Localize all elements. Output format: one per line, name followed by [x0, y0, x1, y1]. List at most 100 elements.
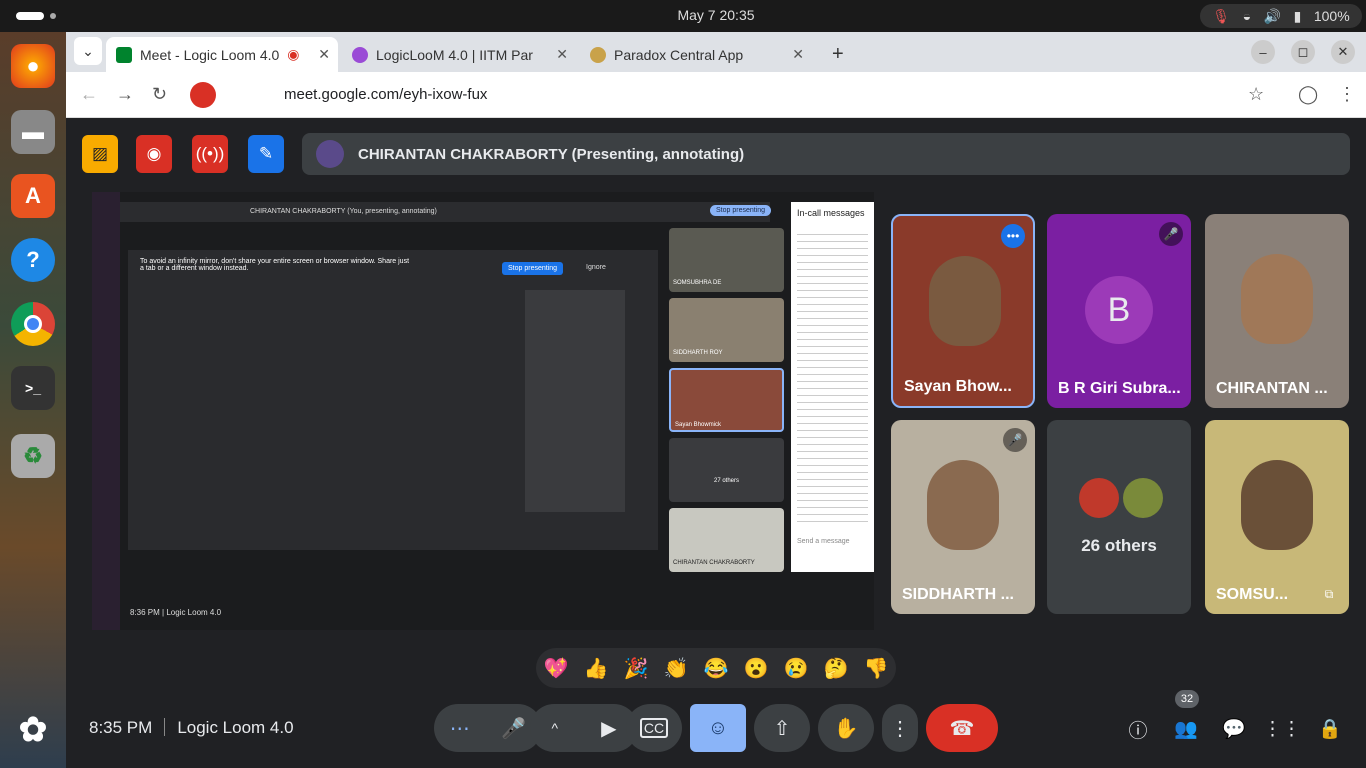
activities-icon[interactable]: ⋮⋮ — [1263, 714, 1301, 744]
participant-name: SOMSU... — [1216, 586, 1289, 603]
address-bar-row: ← → ↻ meet.google.com/eyh-ixow-fux ☆ ◯ ⋮ — [66, 72, 1366, 118]
raise-hand-button[interactable]: ✋ — [818, 704, 874, 752]
participant-tile[interactable]: 🎤 SIDDHARTH ... — [891, 420, 1035, 614]
infinity-warning: To avoid an infinity mirror, don't share… — [140, 258, 410, 272]
new-tab-button[interactable]: + — [822, 37, 844, 72]
transcript-icon[interactable]: ✎ — [248, 135, 284, 173]
firefox-icon[interactable]: ● — [11, 44, 55, 88]
send-message-field: Send a message — [797, 538, 850, 545]
presenter-text: CHIRANTAN CHAKRABORTY (Presenting, annot… — [358, 145, 745, 163]
logicloom-favicon-icon — [352, 46, 368, 63]
recording-dot-icon: ◉ — [287, 46, 300, 62]
participant-name: SIDDHARTH ... — [902, 586, 1014, 603]
reaction-clap[interactable]: 👏 — [664, 656, 689, 681]
microphone-icon[interactable]: 🎤 — [501, 716, 526, 741]
camera-icon[interactable]: ▶ — [601, 716, 616, 741]
terminal-icon[interactable]: >_ — [11, 366, 55, 410]
people-icon[interactable]: 👥 — [1171, 714, 1201, 744]
reactions-button[interactable]: ☺ — [690, 704, 746, 752]
others-avatar — [1123, 478, 1163, 518]
present-icon: ⇧ — [773, 717, 791, 740]
more-options-button[interactable]: ⋮ — [882, 704, 918, 752]
participant-avatar: B — [1085, 276, 1153, 344]
reaction-thumbs-down[interactable]: 👎 — [864, 656, 889, 681]
minimize-button[interactable]: – — [1251, 40, 1275, 64]
nested-share-preview: To avoid an infinity mirror, don't share… — [128, 250, 658, 550]
present-button[interactable]: ⇧ — [754, 704, 810, 752]
menu-kebab-icon[interactable]: ⋮ — [1338, 84, 1356, 105]
tab-title: Paradox Central App — [614, 46, 744, 63]
participant-tile[interactable]: ⧉ SOMSU... — [1205, 420, 1349, 614]
participant-tile[interactable]: CHIRANTAN ... — [1205, 214, 1349, 408]
participant-name: CHIRANTAN ... — [1216, 380, 1328, 397]
host-controls-icon[interactable]: 🔒 — [1315, 714, 1345, 744]
maximize-button[interactable]: ◻ — [1291, 40, 1315, 64]
reaction-sad[interactable]: 😢 — [784, 656, 809, 681]
forward-icon[interactable]: → — [116, 84, 134, 105]
paradox-favicon-icon — [590, 46, 606, 63]
reload-icon[interactable]: ↻ — [152, 84, 167, 105]
show-apps-icon[interactable]: ✿ — [11, 708, 55, 752]
meeting-meta: 8:35 PM Logic Loom 4.0 — [89, 718, 294, 738]
participant-tile[interactable]: 26 others — [1047, 420, 1191, 614]
hide-camera-icon[interactable]: ▨ — [82, 135, 118, 173]
system-clock[interactable]: May 7 20:35 — [0, 7, 1366, 23]
meeting-name: Logic Loom 4.0 — [177, 718, 294, 737]
tab-logicloom[interactable]: LogicLooM 4.0 | IITM Par ✕ — [342, 37, 576, 72]
video-options-icon[interactable]: ^ — [552, 720, 559, 736]
system-tray[interactable]: 🎙 ◒ 🔊 ▮ 100% — [1200, 4, 1362, 28]
reaction-party[interactable]: 🎉 — [624, 656, 649, 681]
others-count: 26 others — [1081, 536, 1157, 555]
help-icon[interactable]: ? — [11, 238, 55, 282]
reaction-heart[interactable]: 💖 — [544, 656, 569, 681]
close-tab-icon[interactable]: ✕ — [556, 46, 568, 63]
record-icon[interactable]: ◉ — [136, 135, 172, 173]
live-stream-icon[interactable]: ((•)) — [192, 135, 228, 173]
shared-thumb: SOMSUBHRA DE — [669, 228, 784, 292]
system-top-bar: May 7 20:35 🎙 ◒ 🔊 ▮ 100% — [0, 0, 1366, 32]
close-tab-icon[interactable]: ✕ — [318, 46, 330, 63]
reaction-surprised[interactable]: 😮 — [744, 656, 769, 681]
nested-stop-button: Stop presenting — [502, 262, 564, 275]
hand-icon: ✋ — [833, 717, 859, 740]
mic-control: ⋯ 🎤 — [434, 704, 542, 752]
emoji-icon: ☺ — [707, 716, 729, 739]
tab-title: LogicLooM 4.0 | IITM Par — [376, 46, 533, 63]
chat-icon[interactable]: 💬 — [1219, 714, 1249, 744]
chrome-icon[interactable] — [11, 302, 55, 346]
close-window-button[interactable]: ✕ — [1331, 40, 1355, 64]
shared-thumb: 27 others — [669, 438, 784, 502]
bookmark-star-icon[interactable]: ☆ — [1248, 84, 1264, 105]
leave-call-button[interactable]: ☎ — [926, 704, 998, 752]
reaction-thumbs-up[interactable]: 👍 — [584, 656, 609, 681]
tab-paradox[interactable]: Paradox Central App ✕ — [580, 37, 812, 72]
trash-icon[interactable]: ♻ — [11, 434, 55, 478]
meeting-time: 8:35 PM — [89, 718, 153, 737]
muted-mic-icon: 🎤 — [1003, 428, 1027, 452]
close-tab-icon[interactable]: ✕ — [792, 46, 804, 63]
meet-control-bar: 8:35 PM Logic Loom 4.0 ⋯ 🎤 ^ ▶ CC ☺ ⇧ ✋ ⋮… — [66, 690, 1366, 768]
participant-tile[interactable]: ••• Sayan Bhow... — [891, 214, 1035, 408]
browser-tab-strip: ⌄ Meet - Logic Loom 4.0 ◉ ✕ LogicLooM 4.… — [66, 32, 1366, 72]
files-icon[interactable]: ▬ — [11, 110, 55, 154]
reaction-laugh[interactable]: 😂 — [704, 656, 729, 681]
pip-icon[interactable]: ⧉ — [1317, 582, 1341, 606]
url-field[interactable]: meet.google.com/eyh-ixow-fux — [284, 86, 487, 103]
site-info-icon[interactable] — [190, 82, 216, 108]
participant-tile[interactable]: B 🎤 B R Giri Subra... — [1047, 214, 1191, 408]
volume-icon: 🔊 — [1263, 7, 1282, 24]
shared-thumb: SIDDHARTH ROY — [669, 298, 784, 362]
shared-dock — [92, 192, 120, 630]
meeting-info-icon[interactable]: ⓘ — [1123, 714, 1153, 744]
reaction-thinking[interactable]: 🤔 — [824, 656, 849, 681]
tab-meet[interactable]: Meet - Logic Loom 4.0 ◉ ✕ — [106, 37, 338, 72]
back-icon[interactable]: ← — [80, 84, 98, 105]
messages-title: In-call messages — [797, 208, 865, 218]
captions-button[interactable]: CC — [626, 704, 682, 752]
audio-options-icon[interactable]: ⋯ — [450, 716, 470, 741]
shared-stop-button: Stop presenting — [710, 205, 772, 216]
tab-list-button[interactable]: ⌄ — [74, 37, 102, 65]
more-options-icon[interactable]: ••• — [1001, 224, 1025, 248]
app-center-icon[interactable]: A — [11, 174, 55, 218]
profile-icon[interactable]: ◯ — [1298, 84, 1318, 105]
